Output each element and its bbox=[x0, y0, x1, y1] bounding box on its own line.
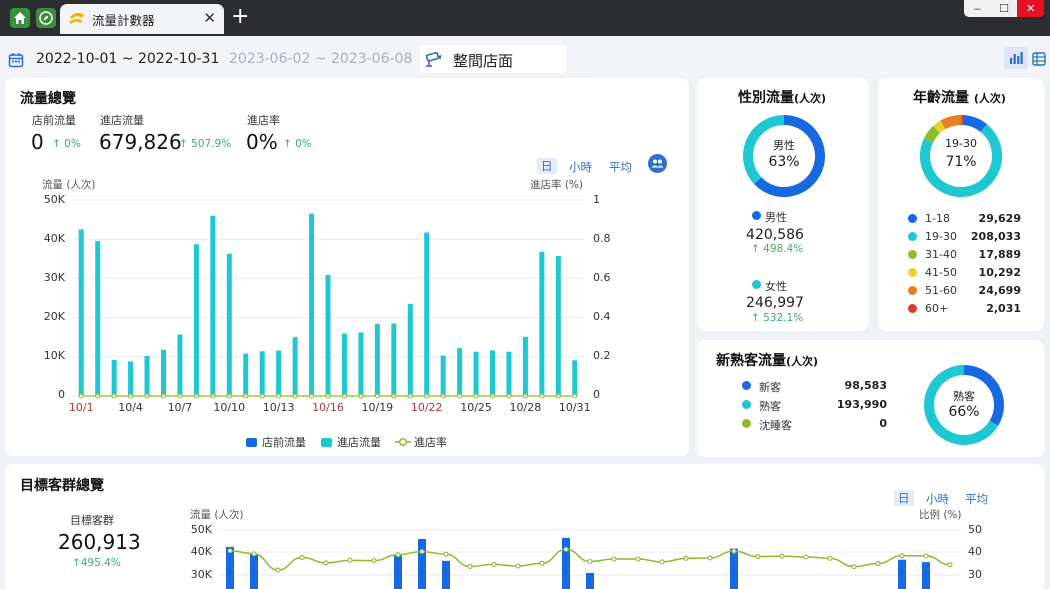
point-target-ratio bbox=[923, 553, 929, 559]
point-target-ratio bbox=[947, 562, 953, 568]
point-target-ratio bbox=[611, 556, 617, 562]
bar-target-traffic bbox=[898, 559, 906, 589]
point-target-ratio bbox=[563, 546, 569, 552]
point-target-ratio bbox=[755, 553, 761, 560]
bar-target-traffic bbox=[442, 560, 450, 589]
point-target-ratio bbox=[539, 560, 545, 566]
point-target-ratio bbox=[395, 552, 401, 558]
point-target-ratio bbox=[467, 563, 473, 570]
point-target-ratio bbox=[323, 560, 329, 566]
bar-target-traffic bbox=[730, 548, 738, 589]
point-target-ratio bbox=[371, 558, 377, 564]
point-target-ratio bbox=[347, 557, 353, 563]
point-target-ratio bbox=[299, 554, 305, 561]
point-target-ratio bbox=[251, 551, 257, 557]
bar-target-traffic bbox=[250, 553, 258, 589]
point-target-ratio bbox=[635, 556, 641, 562]
point-target-ratio bbox=[683, 555, 689, 561]
bar-target-traffic bbox=[922, 562, 930, 589]
target-group-chart bbox=[218, 529, 962, 589]
point-target-ratio bbox=[443, 551, 449, 557]
point-target-ratio bbox=[707, 555, 713, 561]
point-target-ratio bbox=[587, 558, 593, 565]
point-target-ratio bbox=[227, 548, 233, 554]
bar-target-traffic bbox=[418, 539, 426, 589]
point-target-ratio bbox=[731, 548, 737, 554]
point-target-ratio bbox=[827, 555, 833, 561]
bar-target-traffic bbox=[562, 537, 570, 589]
point-target-ratio bbox=[419, 549, 425, 555]
point-target-ratio bbox=[275, 567, 281, 573]
point-target-ratio bbox=[875, 560, 881, 567]
point-target-ratio bbox=[899, 553, 905, 559]
bar-target-traffic bbox=[394, 555, 402, 589]
point-target-ratio bbox=[779, 553, 785, 559]
point-target-ratio bbox=[851, 564, 857, 570]
point-target-ratio bbox=[515, 563, 521, 569]
point-target-ratio bbox=[491, 561, 497, 567]
point-target-ratio bbox=[659, 559, 665, 565]
bar-target-traffic bbox=[586, 572, 594, 589]
point-target-ratio bbox=[803, 554, 809, 560]
